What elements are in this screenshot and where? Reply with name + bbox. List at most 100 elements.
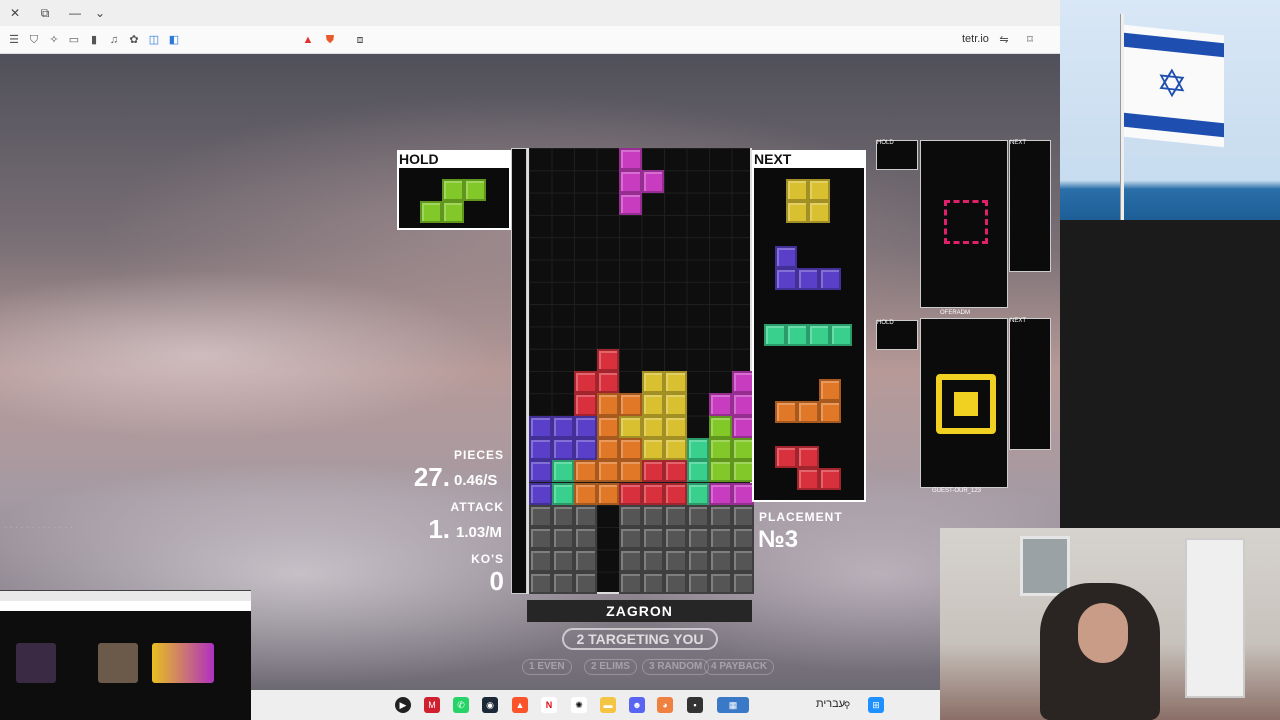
- israel-flag-icon: ✡: [1124, 24, 1224, 148]
- board-cell: [529, 460, 552, 483]
- warning-icon[interactable]: ▲: [300, 32, 316, 48]
- opponent-1-next-label: NEXT: [1010, 140, 1027, 146]
- star-of-david-icon: ✡: [1156, 62, 1188, 108]
- board-cell: [619, 437, 642, 461]
- music-icon[interactable]: ♫: [106, 32, 122, 48]
- board-cell: [574, 549, 597, 572]
- close-window-icon[interactable]: ✕: [5, 4, 25, 22]
- board-cell: [731, 549, 754, 572]
- hold-piece-cell: [464, 179, 486, 201]
- chat-faint: · · · · · · · · · · · · ·: [4, 522, 73, 532]
- hold-piece-cell: [442, 201, 464, 223]
- board-cell: [574, 482, 597, 505]
- playfield: [527, 148, 754, 594]
- cast-icon[interactable]: ⧈: [352, 32, 368, 48]
- player-name: ZAGRON: [527, 600, 752, 622]
- windows-start-icon[interactable]: ⊞: [868, 697, 884, 713]
- flag-stripe-bottom: [1124, 112, 1224, 138]
- board-cell: [709, 549, 732, 572]
- strategy-random[interactable]: 3 RANDOM: [642, 659, 710, 675]
- board-cell: [596, 437, 619, 461]
- brave-icon[interactable]: ▲: [512, 697, 528, 713]
- board-cell: [641, 393, 664, 416]
- board-cell: [731, 504, 754, 528]
- opponent-2-next: [1009, 318, 1051, 450]
- bookmark-icon[interactable]: ⌑: [1022, 32, 1038, 48]
- board-cell: [664, 371, 687, 394]
- thumb-addressbar: [0, 601, 251, 611]
- board-cell: [686, 549, 709, 572]
- steam-icon[interactable]: ◉: [482, 697, 498, 713]
- board-cell: [596, 460, 619, 483]
- site-settings-icon[interactable]: ⇋: [996, 32, 1012, 48]
- chatgpt-icon[interactable]: ✺: [571, 697, 587, 713]
- extensions-icon[interactable]: ✿: [126, 32, 142, 48]
- board-cell: [551, 460, 574, 483]
- file-explorer-icon[interactable]: ▬: [600, 697, 616, 713]
- board-cell: [551, 437, 574, 461]
- opponent-1-hold-label: HOLD: [877, 140, 894, 146]
- pieces-rate: 0.46/S: [454, 472, 498, 489]
- webcam-overlay: [940, 528, 1280, 720]
- pieces-value: 27.: [413, 462, 450, 492]
- board-cell: [529, 504, 552, 528]
- title-bar: ✕ ⧉ — ⌄: [0, 0, 1060, 26]
- minimize-window-icon[interactable]: —: [65, 4, 85, 22]
- brave-shield-icon[interactable]: ⛊: [322, 32, 338, 48]
- board-cell: [574, 504, 597, 528]
- board-cell: [709, 437, 732, 461]
- netflix-icon[interactable]: N: [541, 697, 557, 713]
- tabs-icon[interactable]: ▭: [66, 32, 82, 48]
- garbage-meter: [511, 148, 527, 594]
- url-text[interactable]: tetr.io: [962, 33, 989, 45]
- board-cell: [574, 527, 597, 550]
- board-cell: [731, 393, 754, 416]
- board-cell: [709, 527, 732, 550]
- streamer-face: [1078, 603, 1128, 663]
- media-player-icon[interactable]: ▶: [395, 697, 411, 713]
- room-shelf: [1185, 538, 1245, 698]
- board-cell: [574, 371, 597, 394]
- outlook-icon[interactable]: ◫: [146, 32, 162, 48]
- board-cell: [619, 393, 642, 416]
- terminal-icon[interactable]: ▪: [687, 697, 703, 713]
- tab-list-icon[interactable]: ⌄: [90, 4, 110, 22]
- taskbar: ▶ M ✆ ◉ ▲ N ✺ ▬ ☻ ◕ ▪ ▦ עברית ⚲ ⊞: [251, 690, 940, 720]
- next-piece-cell: [819, 268, 841, 290]
- board-cell: [551, 415, 574, 438]
- whatsapp-icon[interactable]: ✆: [453, 697, 469, 713]
- hold-title: HOLD: [399, 151, 439, 167]
- menu-icon[interactable]: ☰: [6, 32, 22, 48]
- active-piece-cell: [619, 170, 642, 193]
- board-cell: [529, 571, 552, 594]
- pin-icon[interactable]: ✧: [46, 32, 62, 48]
- strategy-elims[interactable]: 2 ELIMS: [584, 659, 637, 675]
- app-icon[interactable]: ◕: [657, 697, 673, 713]
- hold-piece-cell: [442, 179, 464, 201]
- board-cell: [664, 437, 687, 461]
- opponent-2-next-label: NEXT: [1010, 318, 1027, 324]
- browser-window: ✕ ⧉ — ⌄ ☰ ⛉ ✧ ▭ ▮ ♫ ✿ ◫ ◧ ▲ ⛊ ⧈ tetr.io …: [0, 0, 1060, 690]
- restore-window-icon[interactable]: ⧉: [35, 4, 55, 22]
- active-piece-cell: [619, 192, 642, 215]
- board-cell: [686, 482, 709, 505]
- discord-icon[interactable]: ☻: [629, 697, 645, 713]
- board-cell: [619, 504, 642, 528]
- board-cell: [596, 482, 619, 505]
- translate-icon[interactable]: ◧: [166, 32, 182, 48]
- flag-overlay: ✡: [1060, 0, 1280, 220]
- next-piece-cell: [797, 446, 819, 468]
- board-cell: [686, 437, 709, 461]
- search-icon[interactable]: ⚲: [839, 697, 855, 713]
- strategy-payback[interactable]: 4 PAYBACK: [704, 659, 775, 675]
- sidebar-icon[interactable]: ▮: [86, 32, 102, 48]
- placement-value: №3: [758, 526, 799, 553]
- active-piece-cell: [619, 148, 642, 171]
- next-piece-cell: [830, 324, 852, 346]
- shield-icon[interactable]: ⛉: [26, 32, 42, 48]
- board-cell: [574, 460, 597, 483]
- board-cell: [529, 527, 552, 550]
- game-thumbnail-icon[interactable]: ▦: [717, 697, 749, 713]
- mcafee-icon[interactable]: M: [424, 697, 440, 713]
- strategy-even[interactable]: 1 EVEN: [522, 659, 572, 675]
